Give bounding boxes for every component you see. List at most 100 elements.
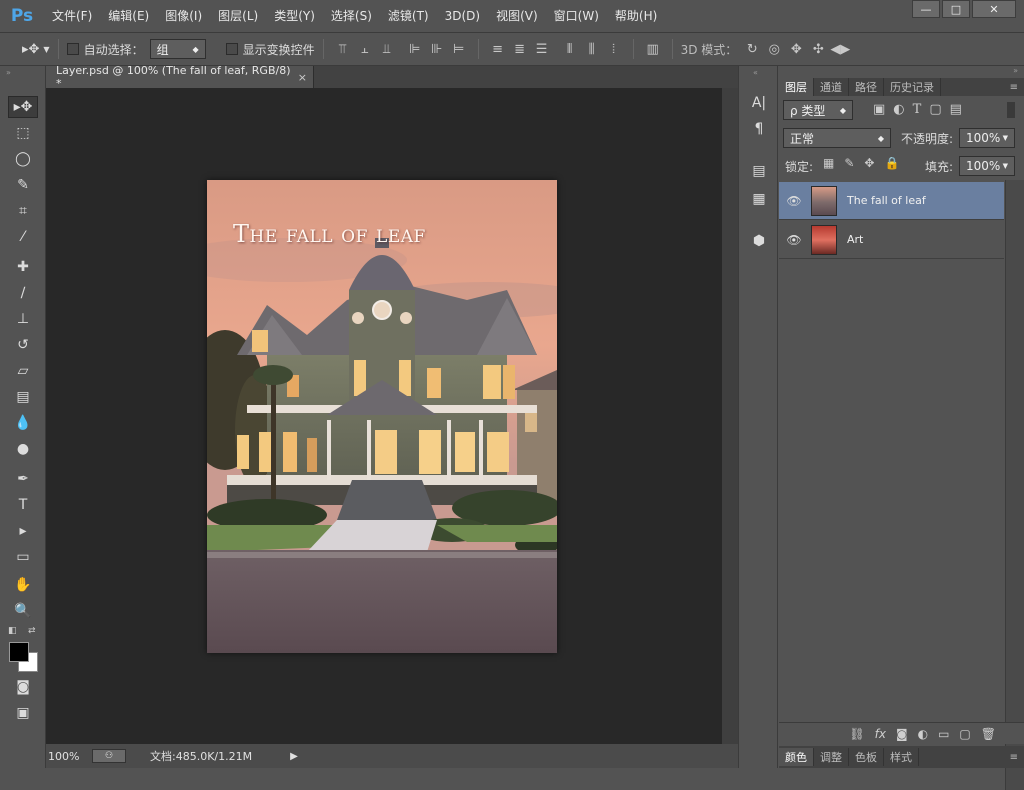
- distribute-top-icon[interactable]: ≡: [487, 42, 509, 57]
- healing-brush-tool-icon[interactable]: ✚: [8, 256, 38, 278]
- lock-all-icon[interactable]: 🔒: [884, 156, 899, 170]
- quick-select-tool-icon[interactable]: ✎: [8, 174, 38, 196]
- layer-filter-dropdown[interactable]: ρ 类型 ◆: [783, 100, 853, 120]
- menu-window[interactable]: 窗口(W): [546, 0, 607, 32]
- delete-layer-icon[interactable]: 🗑: [981, 727, 996, 741]
- layer-name[interactable]: Art: [847, 233, 863, 246]
- path-select-tool-icon[interactable]: ▸: [8, 520, 38, 542]
- menu-edit[interactable]: 编辑(E): [100, 0, 157, 32]
- image-filter-icon[interactable]: ▣: [873, 102, 885, 117]
- type-tool-icon[interactable]: T: [8, 494, 38, 516]
- link-layers-icon[interactable]: ⛓: [849, 727, 864, 741]
- default-colors-icon[interactable]: ◧: [8, 626, 17, 636]
- close-tab-icon[interactable]: ×: [298, 71, 307, 84]
- menu-3d[interactable]: 3D(D): [437, 0, 488, 32]
- minimize-button[interactable]: —: [912, 0, 940, 18]
- status-menu-arrow-icon[interactable]: ▶: [290, 751, 298, 762]
- menu-help[interactable]: 帮助(H): [607, 0, 665, 32]
- distribute-right-icon[interactable]: ⦙: [603, 42, 625, 57]
- layer-name[interactable]: The fall of leaf: [847, 194, 926, 207]
- align-right-icon[interactable]: ⊨: [448, 42, 470, 57]
- 3d-slide-icon[interactable]: ✣: [807, 42, 829, 57]
- show-transform-checkbox[interactable]: 显示变换控件: [225, 41, 315, 58]
- lasso-tool-icon[interactable]: ◯: [8, 148, 38, 170]
- menu-type[interactable]: 类型(Y): [266, 0, 323, 32]
- tab-history[interactable]: 历史记录: [884, 78, 941, 96]
- paragraph-panel-icon[interactable]: ¶: [747, 118, 771, 140]
- auto-select-dropdown[interactable]: 组 ◆: [149, 39, 206, 59]
- collapse-panel-icon[interactable]: »: [1013, 66, 1018, 75]
- 3d-rotate-icon[interactable]: ↻: [741, 42, 763, 57]
- align-left-icon[interactable]: ⊫: [404, 42, 426, 57]
- layer-row-the-fall-of-leaf[interactable]: 👁 The fall of leaf: [779, 182, 1004, 220]
- document-tab[interactable]: Layer.psd @ 100% (The fall of leaf, RGB/…: [46, 64, 314, 90]
- opacity-field[interactable]: 100% ▼: [959, 128, 1015, 148]
- lock-pixels-icon[interactable]: ✎: [844, 156, 854, 170]
- menu-layer[interactable]: 图层(L): [210, 0, 266, 32]
- tab-paths[interactable]: 路径: [849, 78, 884, 96]
- close-button[interactable]: ✕: [972, 0, 1016, 18]
- align-top-icon[interactable]: ⫪: [332, 42, 354, 57]
- lock-position-icon[interactable]: ✥: [864, 156, 874, 170]
- lock-transparent-icon[interactable]: ▦: [823, 156, 834, 170]
- distribute-bottom-icon[interactable]: ☰: [531, 42, 553, 57]
- pen-tool-icon[interactable]: ✒: [8, 468, 38, 490]
- visibility-eye-icon[interactable]: 👁: [779, 194, 809, 208]
- type-filter-icon[interactable]: T: [913, 102, 922, 117]
- align-hcenter-icon[interactable]: ⊪: [426, 42, 448, 57]
- 3d-pan-icon[interactable]: ✥: [785, 42, 807, 57]
- adjustment-filter-icon[interactable]: ◐: [893, 102, 904, 117]
- layer-row-art[interactable]: 👁 Art: [779, 221, 1004, 259]
- move-tool-preset[interactable]: ▸✥ ▼: [22, 42, 50, 57]
- shape-filter-icon[interactable]: ▢: [929, 102, 941, 117]
- align-bottom-icon[interactable]: ⫫: [376, 42, 398, 57]
- menu-filter[interactable]: 滤镜(T): [380, 0, 437, 32]
- smart-object-filter-icon[interactable]: ▤: [950, 102, 962, 117]
- distribute-left-icon[interactable]: ⦀: [559, 42, 581, 57]
- 3d-scale-icon[interactable]: ◀▶: [829, 42, 851, 57]
- tab-adjustments[interactable]: 调整: [814, 748, 849, 766]
- collapse-icon[interactable]: »: [6, 68, 11, 77]
- expand-icon[interactable]: «: [753, 68, 758, 77]
- menu-file[interactable]: 文件(F): [44, 0, 100, 32]
- bottom-panel-menu-icon[interactable]: ≡: [1010, 752, 1018, 763]
- add-mask-icon[interactable]: ◙: [896, 727, 908, 741]
- zoom-level[interactable]: 100%: [48, 750, 92, 763]
- gradient-tool-icon[interactable]: ▤: [8, 386, 38, 408]
- swap-colors-icon[interactable]: ⇄: [28, 626, 36, 636]
- shape-tool-icon[interactable]: ▭: [8, 546, 38, 568]
- status-view-icon[interactable]: ⚇: [92, 749, 126, 763]
- adjustment-layer-icon[interactable]: ◐: [918, 727, 928, 741]
- distribute-hcenter-icon[interactable]: ⫼: [581, 42, 603, 57]
- canvas-vertical-scrollbar[interactable]: [722, 88, 738, 744]
- layers-scrollbar[interactable]: [1005, 180, 1024, 790]
- dodge-tool-icon[interactable]: ●: [8, 438, 38, 460]
- crop-tool-icon[interactable]: ⌗: [8, 200, 38, 222]
- maximize-button[interactable]: □: [942, 0, 970, 18]
- foreground-color-swatch[interactable]: [9, 642, 29, 662]
- eyedropper-tool-icon[interactable]: ⁄: [8, 226, 38, 248]
- auto-align-icon[interactable]: ▥: [642, 42, 664, 57]
- stamp-tool-icon[interactable]: ⊥: [8, 308, 38, 330]
- blur-tool-icon[interactable]: 💧: [8, 412, 38, 434]
- properties-panel-icon[interactable]: ▤: [747, 160, 771, 182]
- layer-style-fx-icon[interactable]: fx: [875, 727, 886, 741]
- eraser-tool-icon[interactable]: ▱: [8, 360, 38, 382]
- distribute-vcenter-icon[interactable]: ≣: [509, 42, 531, 57]
- 3d-panel-icon[interactable]: ⬢: [747, 230, 771, 252]
- new-group-icon[interactable]: ▭: [938, 727, 949, 741]
- new-layer-icon[interactable]: ▢: [959, 727, 970, 741]
- filter-toggle[interactable]: [1007, 102, 1015, 118]
- visibility-eye-icon[interactable]: 👁: [779, 233, 809, 247]
- marquee-tool-icon[interactable]: ⬚: [8, 122, 38, 144]
- tab-layers[interactable]: 图层: [779, 78, 814, 96]
- move-tool-icon[interactable]: ▸✥: [8, 96, 38, 118]
- brush-tool-icon[interactable]: ∕: [8, 282, 38, 304]
- hand-tool-icon[interactable]: ✋: [8, 574, 38, 596]
- tab-channels[interactable]: 通道: [814, 78, 849, 96]
- blend-mode-dropdown[interactable]: 正常 ◆: [783, 128, 891, 148]
- tab-styles[interactable]: 样式: [884, 748, 919, 766]
- menu-select[interactable]: 选择(S): [323, 0, 380, 32]
- menu-view[interactable]: 视图(V): [488, 0, 546, 32]
- auto-select-checkbox[interactable]: 自动选择：: [66, 41, 144, 58]
